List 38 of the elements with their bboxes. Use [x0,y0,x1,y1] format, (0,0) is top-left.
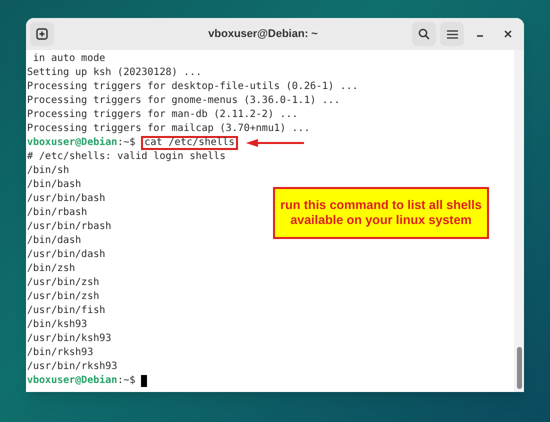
menu-icon [446,30,458,38]
prompt-user: vboxuser@Debian [27,374,118,388]
search-icon [418,28,430,40]
terminal-output-line: /usr/bin/fish [27,305,106,316]
arrow-icon [246,139,304,147]
terminal-output-line: /usr/bin/rksh93 [27,361,118,372]
terminal-output-line: /usr/bin/bash [27,193,106,204]
terminal-output-line: /bin/ksh93 [27,319,88,330]
terminal-output-line: /usr/bin/rbash [27,221,112,232]
terminal-output-line: Setting up ksh (20230128) ... [27,67,202,78]
prompt-path: :~$ [117,374,136,388]
scrollbar-thumb[interactable] [516,347,522,389]
prompt-path: :~$ [117,136,136,150]
terminal-output-line: /bin/bash [27,179,82,190]
terminal-output-line: Processing triggers for gnome-menus (3.36.0-1.1) ... [27,95,340,106]
menu-button[interactable] [440,22,464,46]
prompt-user: vboxuser@Debian [27,136,118,150]
command-text: cat /etc/shells [141,136,238,150]
search-button[interactable] [412,22,436,46]
terminal-output-line: Processing triggers for man-db (2.11.2-2) ... [27,109,298,120]
terminal-output-line: /bin/rksh93 [27,347,94,358]
terminal-output-line: /usr/bin/zsh [27,291,100,302]
terminal-output-line: in auto mode [32,53,106,64]
terminal-output-line: /bin/sh [27,165,70,176]
terminal-output-line: Processing triggers for mailcap (3.70+nmu1) ... [27,123,310,134]
plus-square-icon [36,28,48,40]
new-tab-button[interactable] [30,22,54,46]
terminal-output-line: /bin/zsh [27,263,76,274]
terminal-output-line: /bin/rbash [27,207,88,218]
terminal-output-line: # /etc/shells: valid login shells [27,151,226,162]
terminal-output-line: Processing triggers for desktop-file-utils (0.26-1) ... [27,81,358,92]
terminal-output-line: /usr/bin/ksh93 [27,333,112,344]
terminal-output-line: /usr/bin/dash [27,249,106,260]
window-title: vboxuser@Debian: ~ [207,26,318,42]
close-icon [504,30,512,38]
terminal-output-line: /usr/bin/zsh [27,277,100,288]
callout-text: run this command to list all shells available on your linux system [279,198,483,228]
terminal-output-line: /bin/dash [27,235,82,246]
